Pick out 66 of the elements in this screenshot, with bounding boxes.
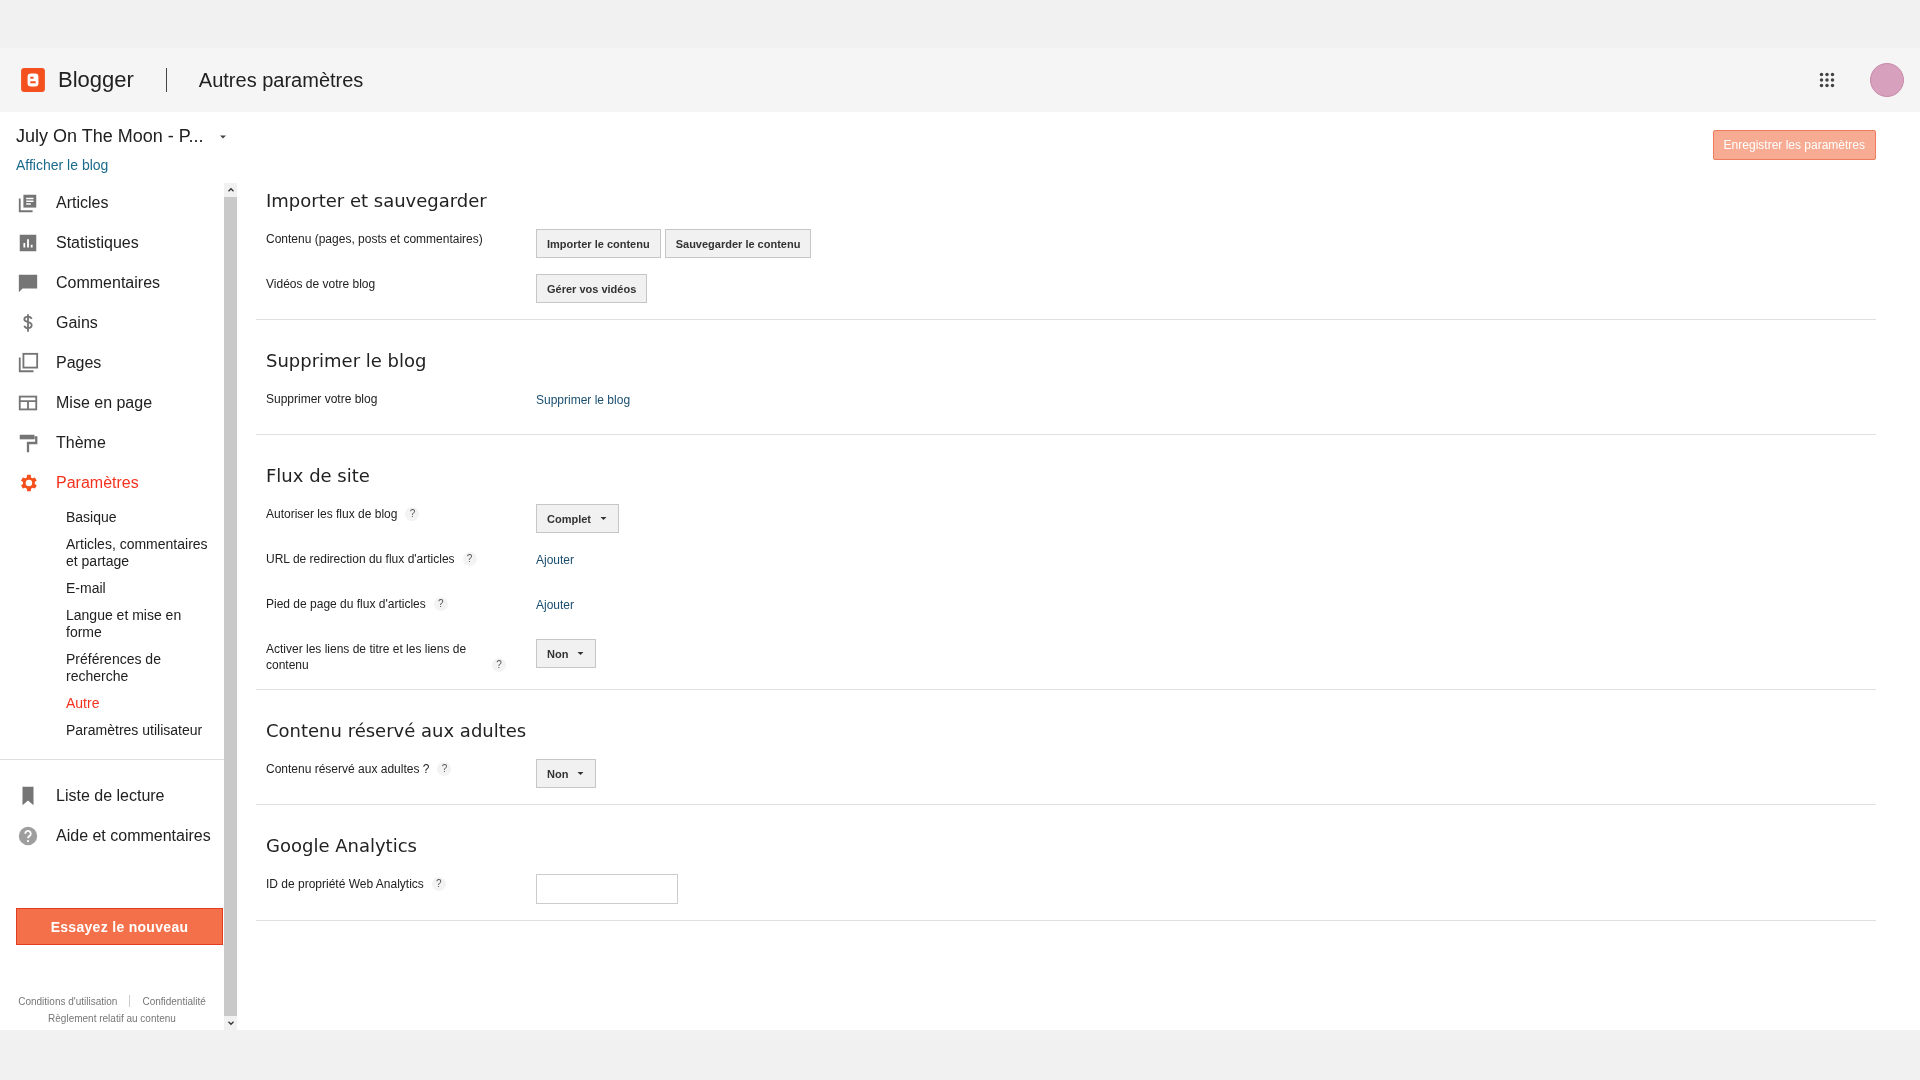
sidebar-item[interactable]: Articles	[0, 183, 224, 223]
sidebar-item[interactable]: Pages	[0, 343, 224, 383]
help-button[interactable]: ?	[433, 597, 448, 611]
blog-name[interactable]: July On The Moon - P...	[16, 126, 204, 147]
sidebar-item[interactable]: Paramètres	[0, 463, 224, 503]
action-button[interactable]: Sauvegarder le contenu	[664, 229, 812, 258]
help-button[interactable]: ?	[492, 658, 506, 672]
dropdown[interactable]: Non	[536, 639, 597, 668]
sidebar-item[interactable]: Aide et commentaires	[0, 816, 224, 856]
section-title: Google Analytics	[266, 835, 417, 856]
dropdown[interactable]: Non	[536, 759, 597, 788]
terms-link[interactable]: Conditions d'utilisation	[18, 995, 118, 1007]
action-link[interactable]: Ajouter	[536, 594, 575, 612]
section-title: Contenu réservé aux adultes	[266, 720, 527, 741]
view-blog-link[interactable]: Afficher le blog	[0, 147, 109, 173]
caret-icon	[599, 514, 608, 523]
sidebar-subitem[interactable]: Préférences de recherche	[66, 651, 220, 685]
input-field[interactable]	[536, 874, 678, 904]
avatar[interactable]	[1870, 63, 1904, 97]
action-link[interactable]: Ajouter	[536, 549, 575, 567]
sidebar-subitem[interactable]: E-mail	[66, 580, 220, 597]
setting-label: Contenu réservé aux adultes ?	[266, 761, 430, 777]
section-title: Supprimer le blog	[266, 350, 427, 371]
sidebar-subitem[interactable]: Basique	[66, 509, 220, 526]
privacy-link[interactable]: Confidentialité	[142, 995, 206, 1007]
sidebar-subitem[interactable]: Paramètres utilisateur	[66, 722, 220, 739]
sidebar-item[interactable]: Thème	[0, 423, 224, 463]
paint-roller-icon	[17, 432, 39, 454]
bar-chart-icon	[17, 232, 39, 254]
setting-label: Activer les liens de titre et les liens de contenu	[266, 641, 468, 673]
help-button[interactable]: ?	[405, 507, 420, 521]
brand-name: Blogger	[58, 67, 134, 93]
section-title: Flux de site	[266, 465, 370, 486]
list-page-icon	[17, 192, 39, 214]
action-button[interactable]: Importer le contenu	[536, 229, 661, 258]
setting-label: Autoriser les flux de blog	[266, 506, 398, 522]
sidebar-item[interactable]: Mise en page	[0, 383, 224, 423]
content-policy-link[interactable]: Règlement relatif au contenu	[48, 1013, 176, 1024]
blogger-logo-icon	[20, 67, 46, 93]
page-title: Autres paramètres	[198, 68, 364, 92]
sidebar-item[interactable]: Statistiques	[0, 223, 224, 263]
setting-label: Vidéos de votre blog	[266, 276, 376, 292]
sidebar-item[interactable]: Gains	[0, 303, 224, 343]
section-title: Importer et sauvegarder	[266, 190, 487, 211]
help-button[interactable]: ?	[431, 877, 446, 891]
caret-icon	[576, 649, 586, 658]
setting-label: URL de redirection du flux d'articles	[266, 551, 455, 567]
sidebar-subitem[interactable]: Langue et mise en forme	[66, 607, 220, 641]
scrollbar[interactable]	[224, 183, 237, 1030]
speech-bubble-icon	[17, 272, 39, 294]
setting-label: Contenu (pages, posts et commentaires)	[266, 231, 483, 247]
sidebar-item[interactable]: Commentaires	[0, 263, 224, 303]
sidebar-subitem[interactable]: Autre	[66, 695, 220, 712]
dropdown[interactable]: Complet	[536, 504, 619, 533]
sidebar-item[interactable]: Liste de lecture	[0, 776, 224, 816]
setting-label: ID de propriété Web Analytics	[266, 876, 424, 892]
sidebar-subitem[interactable]: Articles, commentaires et partage	[66, 536, 220, 570]
stacked-pages-icon	[17, 352, 39, 374]
action-link[interactable]: Supprimer le blog	[536, 389, 631, 407]
help-button[interactable]: ?	[437, 762, 452, 776]
action-button[interactable]: Gérer vos vidéos	[536, 274, 648, 303]
help-icon	[17, 825, 39, 847]
setting-label: Pied de page du flux d'articles	[266, 596, 426, 612]
setting-label: Supprimer votre blog	[266, 391, 378, 407]
help-button[interactable]: ?	[462, 552, 477, 566]
caret-icon	[576, 769, 586, 778]
